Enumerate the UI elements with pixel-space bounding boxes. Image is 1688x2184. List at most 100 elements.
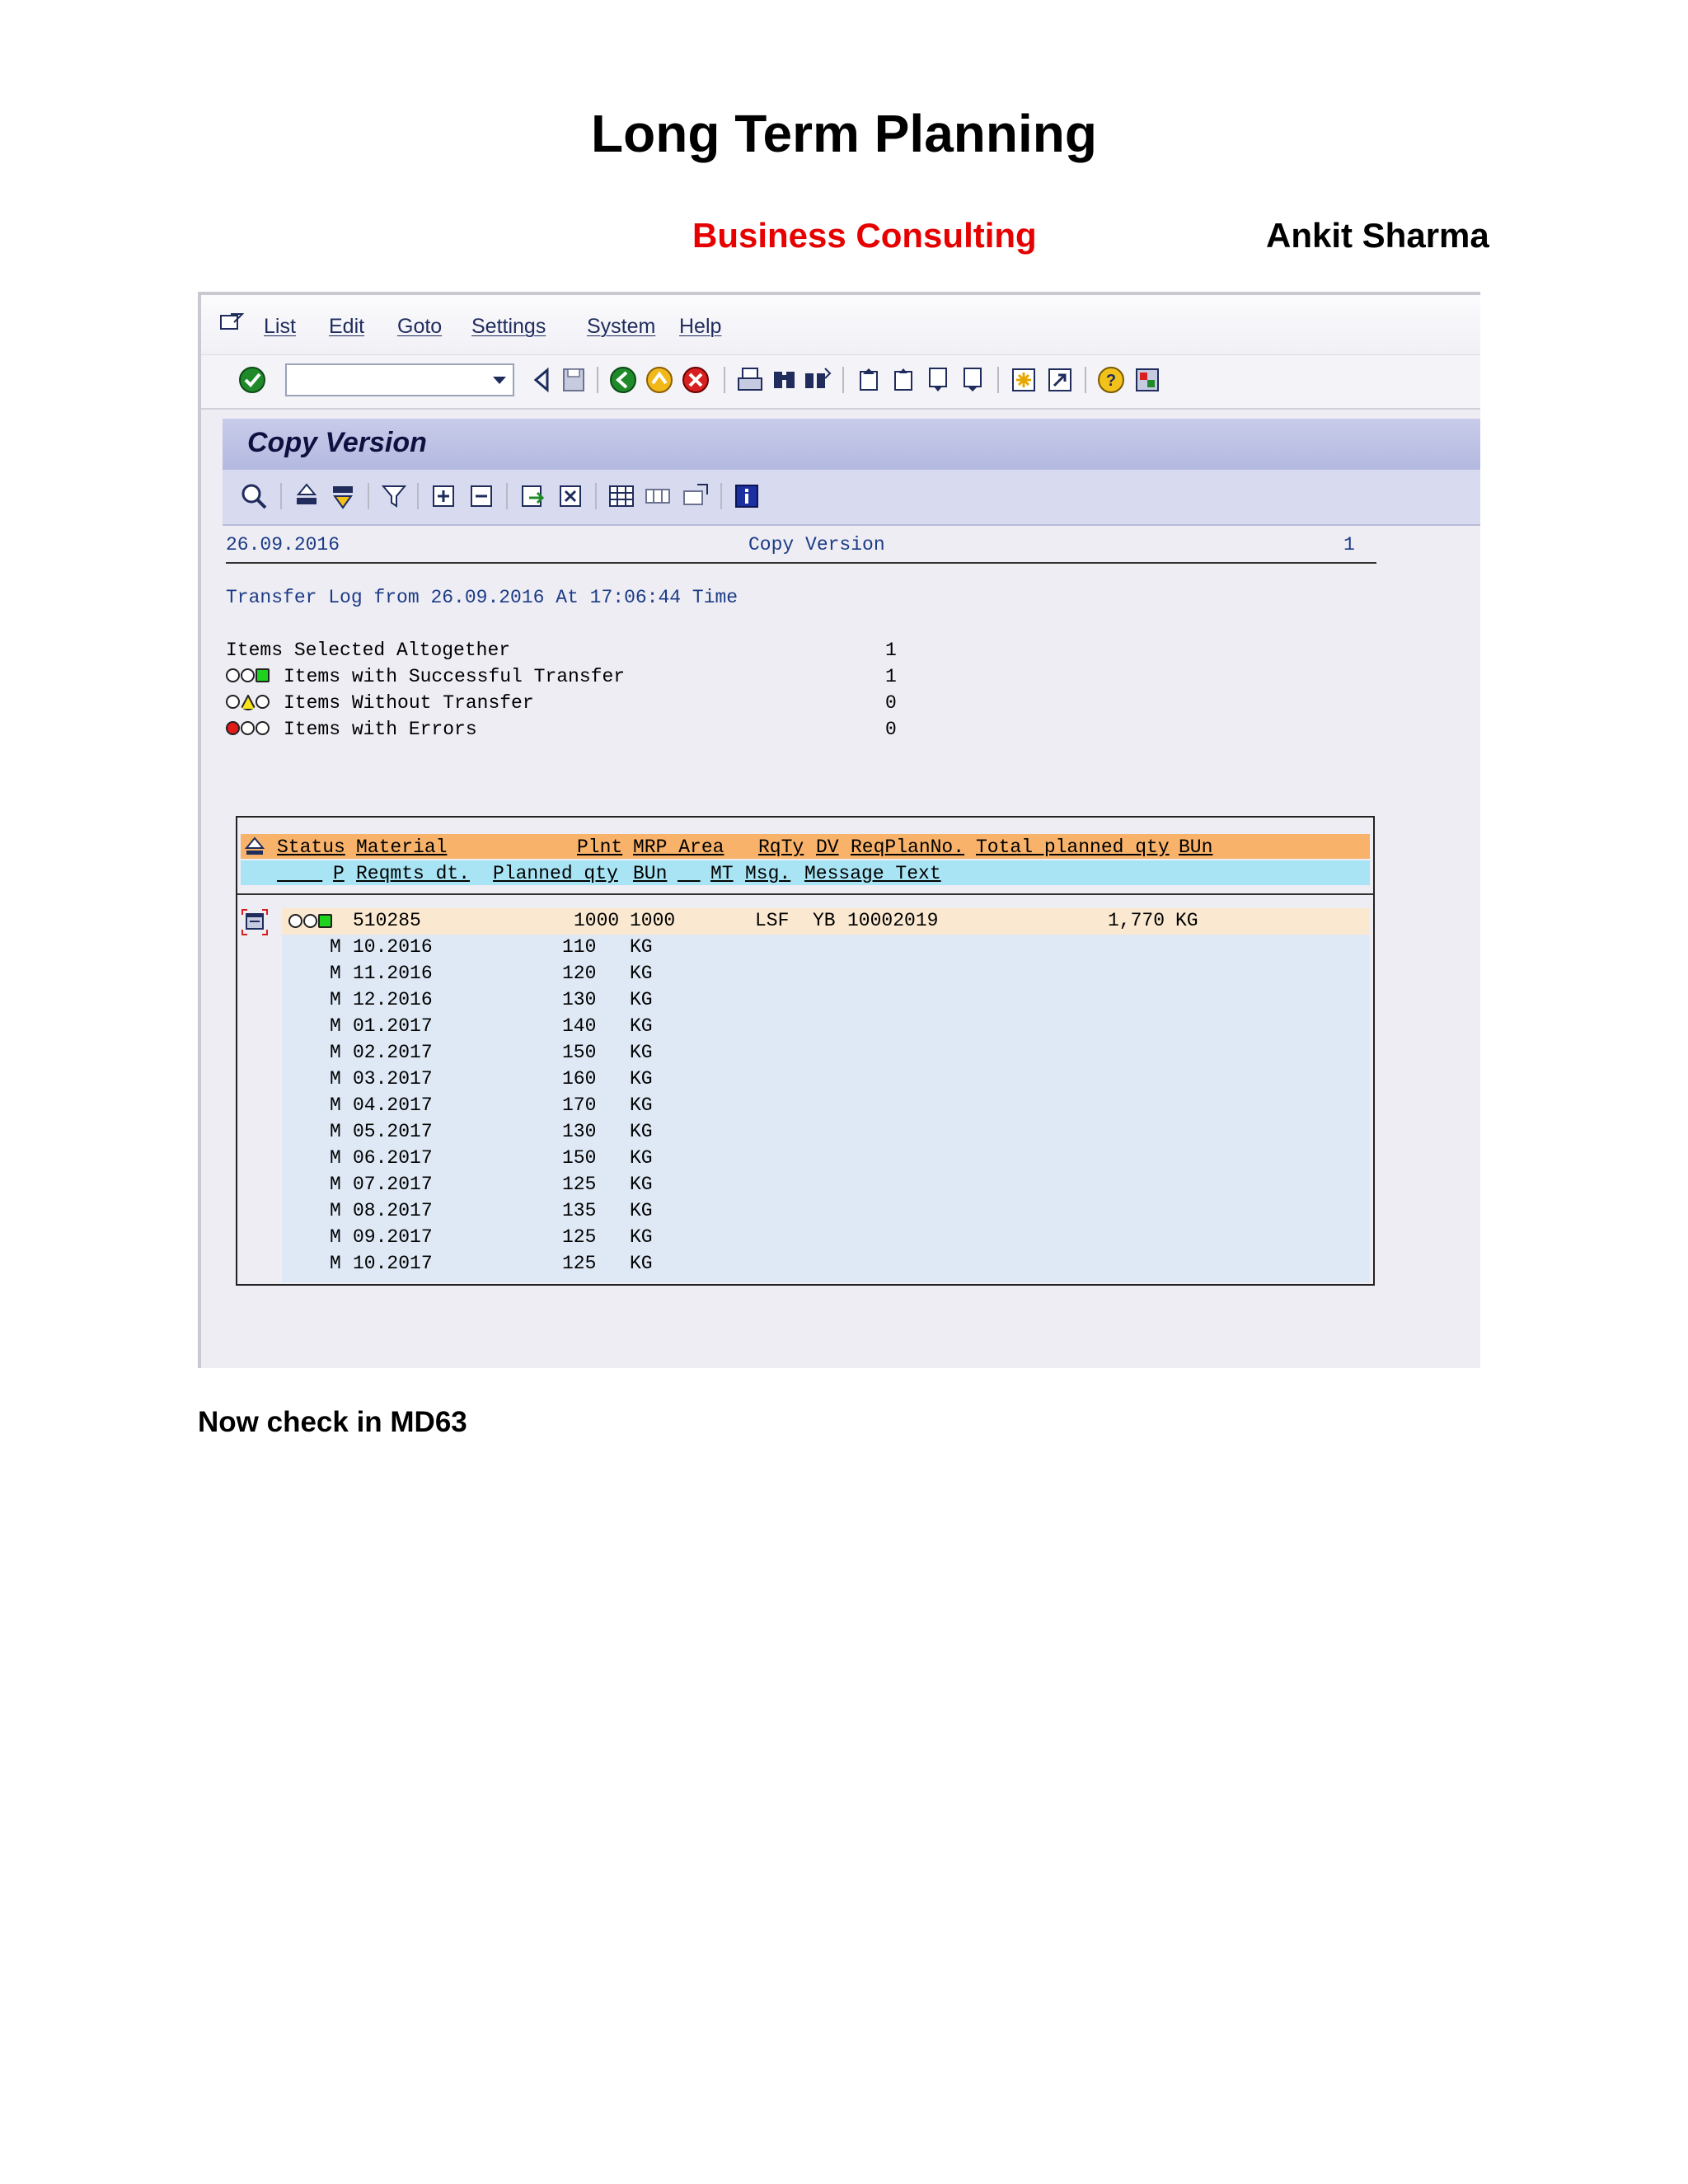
col-material[interactable]: Material <box>356 837 447 858</box>
unit: KG <box>630 1042 653 1063</box>
green-back-icon[interactable] <box>608 365 638 395</box>
col-mt[interactable]: MT <box>710 863 734 884</box>
summary-row: Items with Successful Transfer 1 <box>226 666 968 691</box>
col-rqty[interactable]: RqTy <box>758 837 804 858</box>
planned-qty: 135 <box>562 1200 597 1221</box>
expand-icon[interactable] <box>429 481 458 511</box>
col-planned-qty[interactable]: Planned qty <box>493 863 618 884</box>
cancel-icon[interactable] <box>681 365 710 395</box>
menu-settings[interactable]: Settings <box>471 315 546 339</box>
shortcut-icon[interactable] <box>1045 365 1075 395</box>
col-dv[interactable]: DV <box>816 837 839 858</box>
table-row[interactable]: M 05.2017 130 KG <box>282 1121 1370 1147</box>
chevron-down-icon[interactable] <box>493 377 506 384</box>
last-page-icon[interactable] <box>958 365 987 395</box>
table-row[interactable]: M 08.2017 135 KG <box>282 1200 1370 1226</box>
period-indicator: M <box>330 1068 341 1090</box>
filter-icon[interactable] <box>379 481 409 511</box>
col-mrp-area[interactable]: MRP Area <box>633 837 724 858</box>
planned-qty: 170 <box>562 1094 597 1116</box>
table-row[interactable]: M 07.2017 125 KG <box>282 1174 1370 1200</box>
save-icon[interactable] <box>559 365 588 395</box>
table-row[interactable]: M 02.2017 150 KG <box>282 1042 1370 1068</box>
table-row[interactable]: M 04.2017 170 KG <box>282 1094 1370 1121</box>
col-bun-2[interactable]: BUn <box>633 863 667 884</box>
menu-list[interactable]: List <box>264 315 296 339</box>
col-reqplanno[interactable]: ReqPlanNo. <box>851 837 964 858</box>
col-message-text[interactable]: Message Text <box>804 863 941 884</box>
unit: KG <box>630 1121 653 1142</box>
exit-icon[interactable] <box>645 365 674 395</box>
period-indicator: M <box>330 963 341 984</box>
table-row[interactable]: M 12.2016 130 KG <box>282 989 1370 1015</box>
sort-ascending-icon[interactable] <box>292 481 321 511</box>
planned-qty: 110 <box>562 936 597 958</box>
menu-edit[interactable]: Edit <box>329 315 364 339</box>
table-row[interactable]: M 03.2017 160 KG <box>282 1068 1370 1094</box>
unit: KG <box>630 1200 653 1221</box>
unit: KG <box>630 1174 653 1195</box>
unit: KG <box>630 1094 653 1116</box>
table-row[interactable]: M 06.2017 150 KG <box>282 1147 1370 1174</box>
col-plnt[interactable]: Plnt <box>577 837 622 858</box>
dv-value: YB <box>813 910 836 931</box>
summary-row: Items Selected Altogether 1 <box>226 640 968 664</box>
transfer-log-table: Status Material Plnt MRP Area RqTy DV Re… <box>236 816 1375 1286</box>
unit: KG <box>630 936 653 958</box>
unit: KG <box>630 1068 653 1090</box>
collapse-node-icon[interactable] <box>241 908 269 936</box>
details-icon[interactable] <box>239 481 269 511</box>
create-session-icon[interactable] <box>1009 365 1039 395</box>
table-row-main[interactable]: 510285 1000 1000 LSF YB 10002019 1,770 K… <box>282 908 1370 935</box>
back-icon[interactable] <box>528 365 557 395</box>
table-row[interactable]: M 01.2017 140 KG <box>282 1015 1370 1042</box>
collapse-icon[interactable] <box>467 481 496 511</box>
table-row[interactable]: M 10.2016 110 KG <box>282 936 1370 963</box>
table-row[interactable]: M 11.2016 120 KG <box>282 963 1370 989</box>
requirement-date: 04.2017 <box>353 1094 433 1116</box>
col-reqmts-dt[interactable]: Reqmts dt. <box>356 863 470 884</box>
menu-system[interactable]: System <box>587 315 655 339</box>
summary-value: 0 <box>885 719 897 740</box>
next-page-icon[interactable] <box>923 365 953 395</box>
info-icon[interactable] <box>732 481 762 511</box>
header-divider <box>226 562 1376 564</box>
toolbar-separator <box>506 483 508 509</box>
period-indicator: M <box>330 1015 341 1037</box>
menu-help[interactable]: Help <box>679 315 721 339</box>
find-icon[interactable] <box>770 365 799 395</box>
command-field[interactable] <box>285 363 514 396</box>
columns-icon[interactable] <box>643 481 673 511</box>
planned-qty: 150 <box>562 1147 597 1169</box>
unit: KG <box>630 1226 653 1248</box>
sort-descending-icon[interactable] <box>328 481 358 511</box>
enter-check-icon[interactable] <box>237 365 267 395</box>
col-msg[interactable]: Msg. <box>745 863 790 884</box>
col-total-planned-qty[interactable]: Total planned qty <box>976 837 1170 858</box>
find-next-icon[interactable] <box>803 365 832 395</box>
traffic-light-green-icon <box>288 913 338 931</box>
table-row[interactable]: M 09.2017 125 KG <box>282 1226 1370 1253</box>
previous-page-icon[interactable] <box>889 365 918 395</box>
traffic-light-yellow-icon <box>226 694 275 712</box>
sort-header-icon[interactable] <box>244 836 265 857</box>
unit: KG <box>630 1015 653 1037</box>
menu-icon[interactable] <box>219 312 244 333</box>
export-icon[interactable] <box>518 481 547 511</box>
requirement-date: 06.2017 <box>353 1147 433 1169</box>
print-icon[interactable] <box>735 365 765 395</box>
layout-settings-icon[interactable] <box>681 481 710 511</box>
table-icon[interactable] <box>607 481 636 511</box>
col-bun[interactable]: BUn <box>1179 837 1212 858</box>
delete-icon[interactable] <box>556 481 585 511</box>
help-icon[interactable]: ? <box>1096 365 1126 395</box>
requirement-date: 12.2016 <box>353 989 433 1010</box>
table-row[interactable]: M 10.2017 125 KG <box>282 1253 1370 1279</box>
col-p[interactable]: P <box>333 863 345 884</box>
layout-icon[interactable] <box>1132 365 1162 395</box>
first-page-icon[interactable] <box>854 365 884 395</box>
period-indicator: M <box>330 1042 341 1063</box>
summary-value: 1 <box>885 640 897 661</box>
col-status[interactable]: Status <box>277 837 345 858</box>
menu-goto[interactable]: Goto <box>397 315 442 339</box>
